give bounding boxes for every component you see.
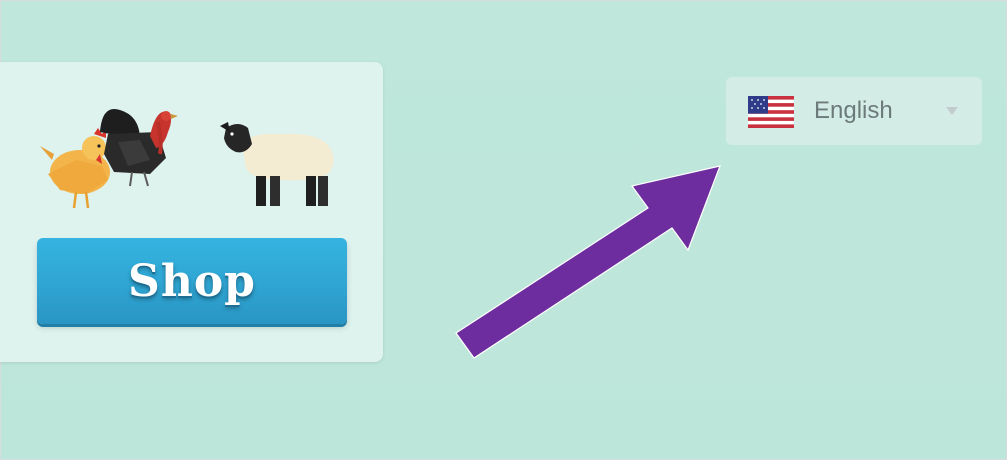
chicken-icon [40,128,116,209]
shop-button-label: Shop [128,255,256,307]
shop-card: Shop [0,62,383,362]
us-flag-icon [748,96,794,128]
sheep-icon [220,122,334,206]
shop-button[interactable]: Shop [37,238,347,324]
chevron-down-icon [946,107,958,115]
animals-illustration [40,108,334,209]
language-label: English [814,97,893,124]
annotation-arrow [455,165,721,359]
turkey-icon [100,108,178,187]
language-selector[interactable]: English [726,77,982,145]
